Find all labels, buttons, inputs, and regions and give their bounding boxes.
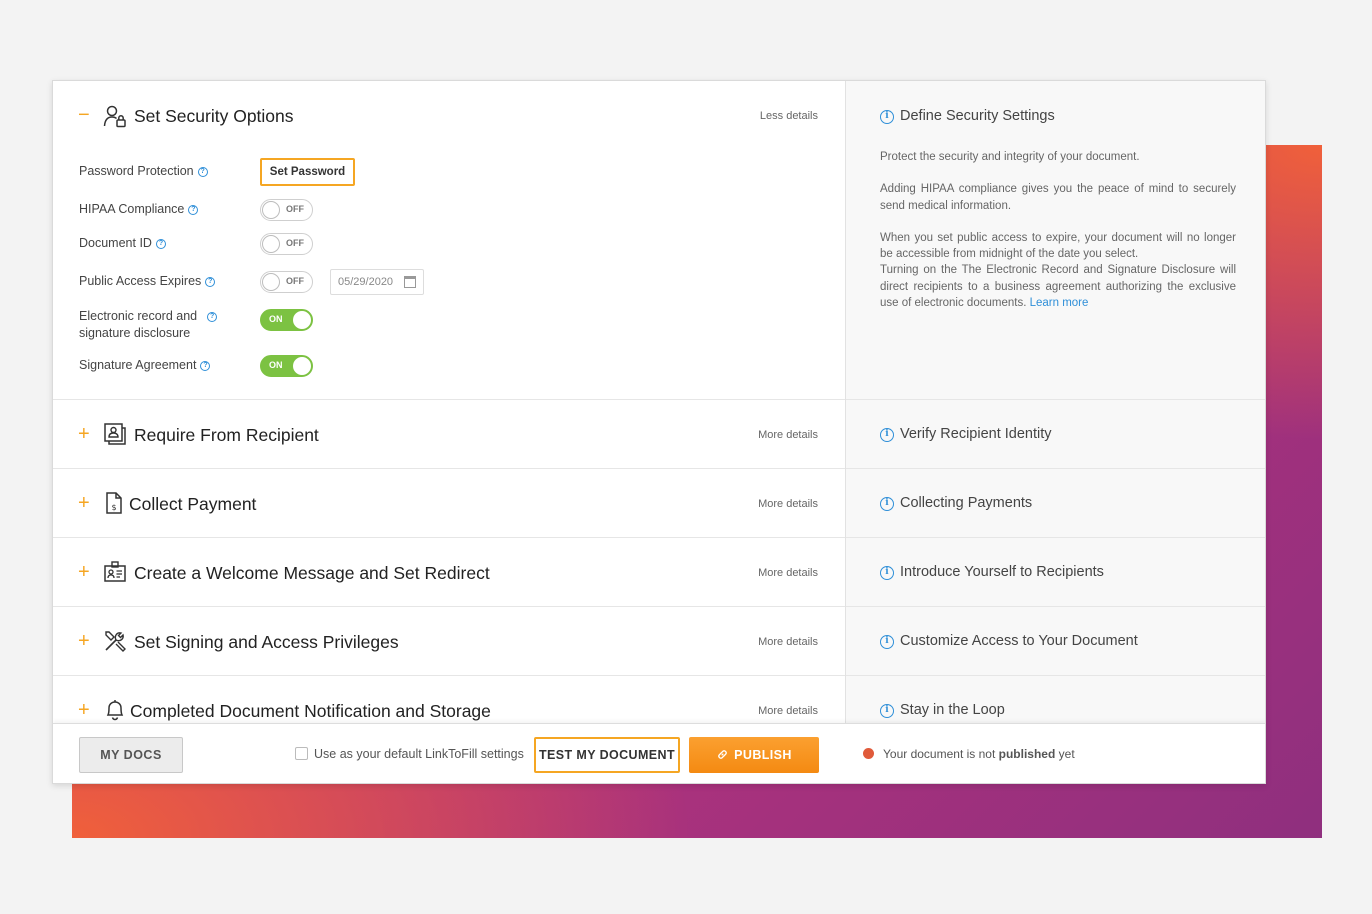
expand-icon[interactable]: + bbox=[78, 631, 90, 651]
info-icon: i bbox=[880, 704, 894, 718]
hipaa-label: HIPAA Compliance? bbox=[79, 201, 199, 218]
footer-bar: MY DOCS Use as your default LinkToFill s… bbox=[53, 723, 1265, 783]
password-protection-label: Password Protection? bbox=[79, 163, 208, 180]
checkbox-label: Use as your default LinkToFill settings bbox=[314, 747, 524, 761]
info-icon: i bbox=[880, 566, 894, 580]
publish-label: PUBLISH bbox=[734, 748, 792, 762]
section-title: Set Security Options bbox=[134, 106, 294, 126]
default-settings-checkbox[interactable]: Use as your default LinkToFill settings bbox=[295, 747, 524, 761]
section-security-header[interactable]: − Set Security Options Less details bbox=[53, 81, 845, 149]
info-column: i Define Security Settings Protect the s… bbox=[845, 81, 1265, 723]
info-paragraph: When you set public access to expire, yo… bbox=[880, 231, 1236, 261]
section-security: − Set Security Options Less details Pass… bbox=[53, 81, 845, 400]
more-details-link[interactable]: More details bbox=[758, 636, 818, 648]
info-icon: i bbox=[880, 635, 894, 649]
more-details-link[interactable]: More details bbox=[758, 705, 818, 717]
info-row: i Verify Recipient Identity bbox=[846, 400, 1265, 469]
more-details-link[interactable]: More details bbox=[758, 567, 818, 579]
section-title: Require From Recipient bbox=[134, 425, 319, 445]
document-id-toggle[interactable]: OFF bbox=[260, 233, 313, 255]
section-title: Completed Document Notification and Stor… bbox=[130, 701, 491, 721]
section-title: Set Signing and Access Privileges bbox=[134, 632, 399, 652]
info-title: Stay in the Loop bbox=[900, 702, 1005, 718]
expand-icon[interactable]: + bbox=[78, 424, 90, 444]
settings-sections: − Set Security Options Less details Pass… bbox=[53, 81, 845, 723]
info-row: i Introduce Yourself to Recipients bbox=[846, 538, 1265, 607]
info-paragraph: Adding HIPAA compliance gives you the pe… bbox=[880, 183, 1236, 212]
info-row: i Collecting Payments bbox=[846, 469, 1265, 538]
id-card-icon bbox=[104, 423, 126, 445]
set-password-button[interactable]: Set Password bbox=[260, 158, 355, 186]
public-access-expires-label: Public Access Expires? bbox=[79, 273, 216, 290]
signature-agreement-label: Signature Agreement? bbox=[79, 357, 211, 374]
info-row: i Customize Access to Your Document bbox=[846, 607, 1265, 676]
section-collect-payment[interactable]: + $ Collect Payment More details bbox=[53, 469, 845, 538]
info-title: Define Security Settings bbox=[900, 108, 1055, 124]
settings-panel: − Set Security Options Less details Pass… bbox=[52, 80, 1266, 784]
less-details-link[interactable]: Less details bbox=[760, 110, 818, 122]
hipaa-toggle[interactable]: OFF bbox=[260, 199, 313, 221]
erecord-label: Electronic record and? signature disclosu… bbox=[79, 308, 218, 342]
more-details-link[interactable]: More details bbox=[758, 429, 818, 441]
badge-icon bbox=[104, 561, 126, 582]
info-icon: i bbox=[880, 428, 894, 442]
publish-button[interactable]: PUBLISH bbox=[689, 737, 819, 773]
section-title: Collect Payment bbox=[129, 494, 257, 514]
publish-status: Your document is not published yet bbox=[863, 747, 1075, 761]
bell-icon bbox=[106, 700, 124, 721]
svg-text:$: $ bbox=[111, 503, 116, 512]
signature-agreement-toggle[interactable]: ON bbox=[260, 355, 313, 377]
more-details-link[interactable]: More details bbox=[758, 498, 818, 510]
expand-icon[interactable]: + bbox=[78, 493, 90, 513]
status-dot-icon bbox=[863, 748, 874, 759]
document-id-label: Document ID? bbox=[79, 235, 166, 252]
test-document-button[interactable]: TEST MY DOCUMENT bbox=[534, 737, 680, 773]
info-title: Customize Access to Your Document bbox=[900, 633, 1138, 649]
payment-doc-icon: $ bbox=[106, 492, 122, 514]
help-icon[interactable]: ? bbox=[200, 360, 211, 371]
info-icon: i bbox=[880, 497, 894, 511]
collapse-icon[interactable]: − bbox=[78, 105, 90, 125]
help-icon[interactable]: ? bbox=[188, 204, 199, 215]
calendar-icon[interactable] bbox=[404, 276, 416, 288]
info-title: Collecting Payments bbox=[900, 495, 1033, 511]
security-info-text: Protect the security and integrity of yo… bbox=[880, 149, 1236, 311]
public-access-toggle[interactable]: OFF bbox=[260, 271, 313, 293]
info-paragraph: Protect the security and integrity of yo… bbox=[880, 151, 1140, 163]
erecord-toggle[interactable]: ON bbox=[260, 309, 313, 331]
expiry-date-input[interactable]: 05/29/2020 bbox=[330, 269, 424, 295]
section-require-recipient[interactable]: + Require From Recipient More details bbox=[53, 400, 845, 469]
learn-more-link[interactable]: Learn more bbox=[1030, 297, 1089, 309]
my-docs-button[interactable]: MY DOCS bbox=[79, 737, 183, 773]
user-lock-icon bbox=[103, 105, 126, 128]
help-icon[interactable]: ? bbox=[155, 238, 166, 249]
section-signing-privileges[interactable]: + Set Signing and Access Privileges More… bbox=[53, 607, 845, 676]
info-title: Introduce Yourself to Recipients bbox=[900, 564, 1104, 580]
tools-icon bbox=[105, 631, 126, 652]
info-title: Verify Recipient Identity bbox=[900, 426, 1052, 442]
checkbox[interactable] bbox=[295, 747, 308, 760]
section-welcome-message[interactable]: + Create a Welcome Message and Set Redir… bbox=[53, 538, 845, 607]
section-title: Create a Welcome Message and Set Redirec… bbox=[134, 563, 490, 583]
info-security: i Define Security Settings Protect the s… bbox=[846, 81, 1265, 400]
expand-icon[interactable]: + bbox=[78, 700, 90, 720]
help-icon[interactable]: ? bbox=[205, 276, 216, 287]
link-icon bbox=[718, 750, 727, 759]
help-icon[interactable]: ? bbox=[197, 166, 208, 177]
info-icon: i bbox=[880, 110, 894, 124]
expand-icon[interactable]: + bbox=[78, 562, 90, 582]
help-icon[interactable]: ? bbox=[207, 311, 218, 322]
